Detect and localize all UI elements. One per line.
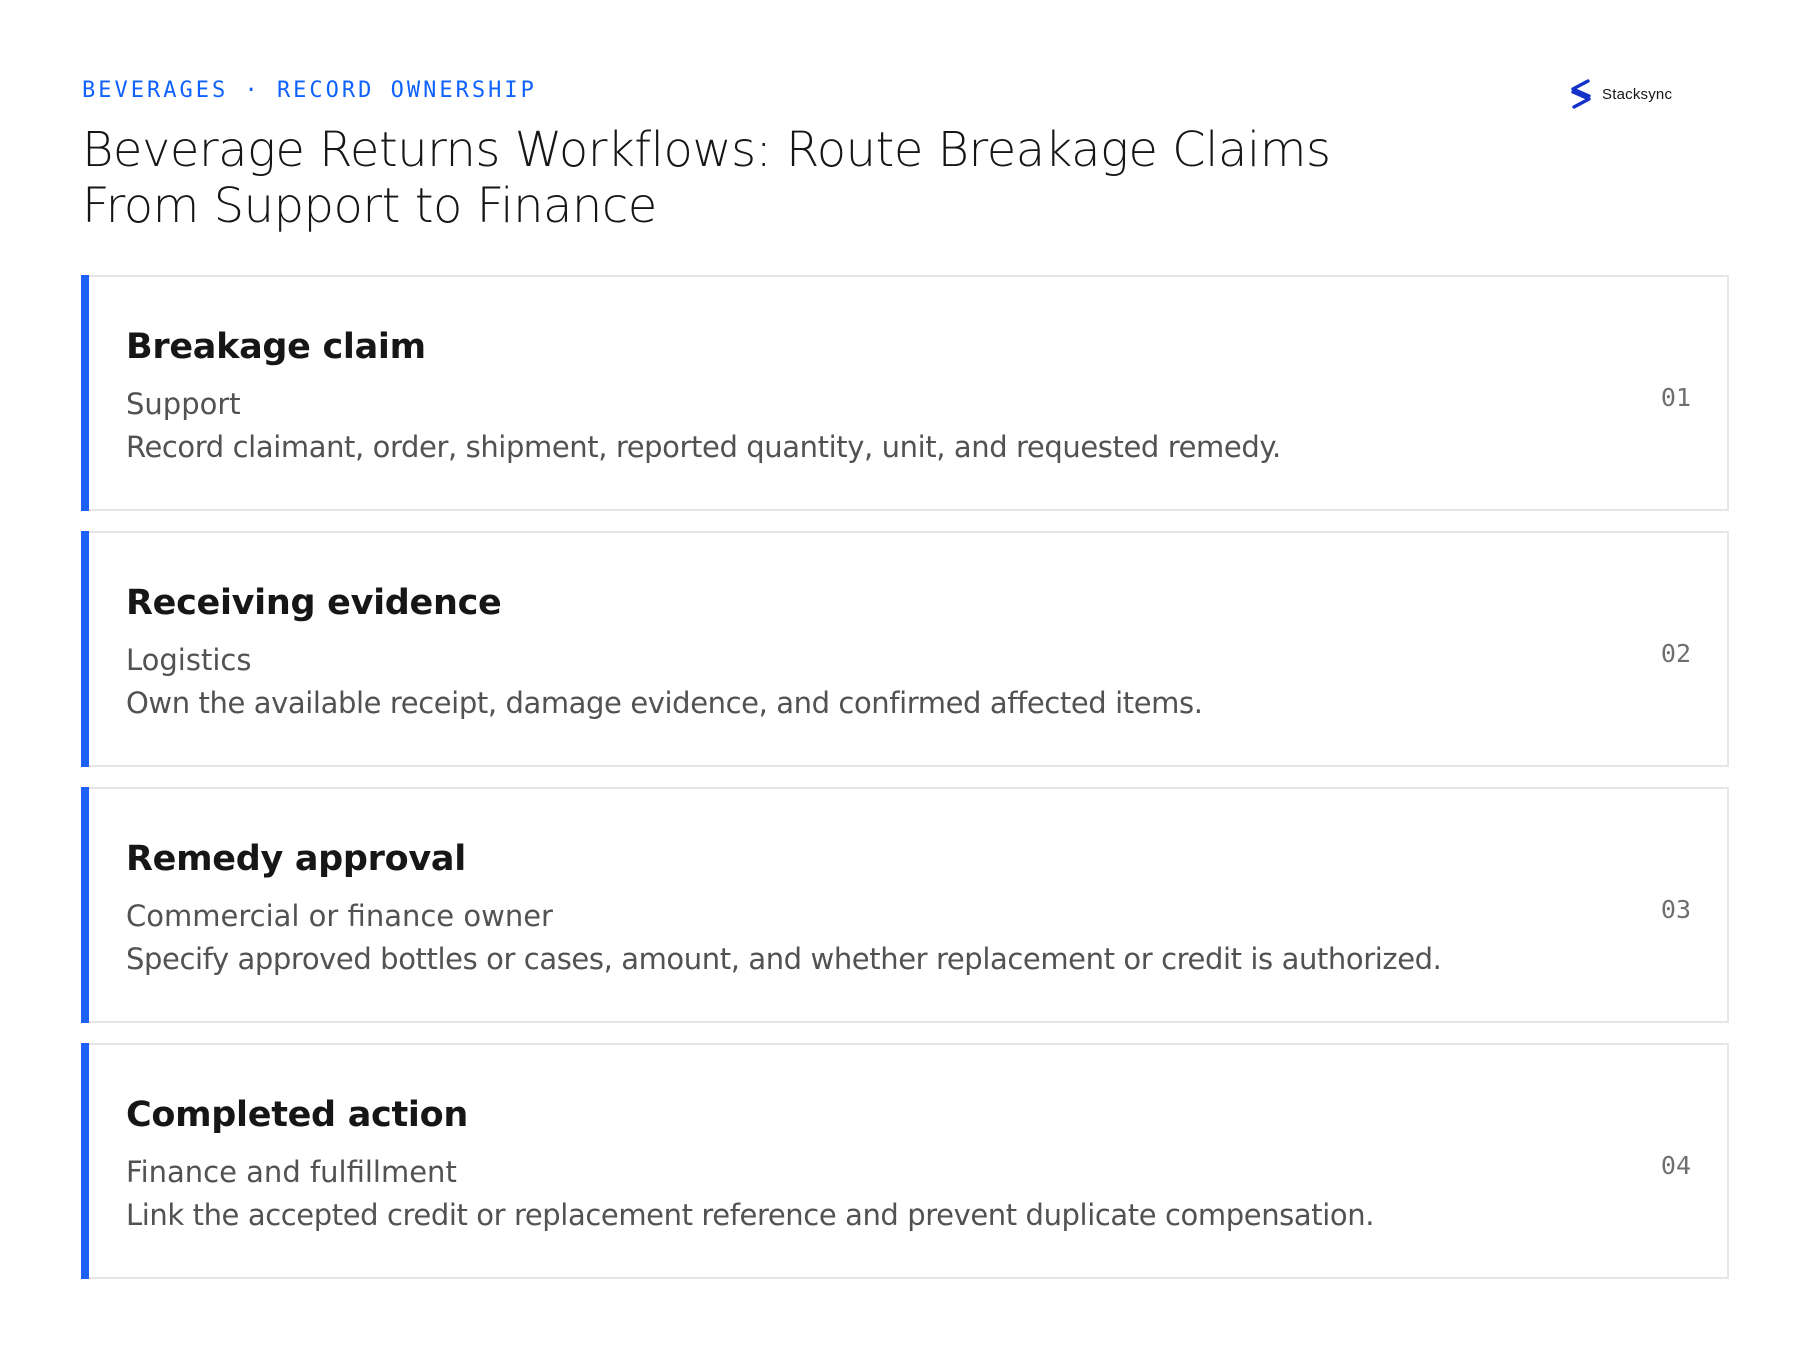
step-owner: Finance and fulfillment — [126, 1155, 457, 1189]
step-description: Record claimant, order, shipment, report… — [126, 430, 1281, 464]
step-number: 01 — [1660, 383, 1691, 412]
step-card: Receiving evidence Logistics Own the ava… — [81, 531, 1729, 767]
step-card: Breakage claim Support Record claimant, … — [81, 275, 1729, 511]
step-card: Completed action Finance and fulfillment… — [81, 1043, 1729, 1279]
step-number: 02 — [1660, 639, 1691, 668]
step-title: Remedy approval — [126, 839, 466, 879]
step-description: Specify approved bottles or cases, amoun… — [126, 942, 1442, 976]
step-owner: Support — [126, 387, 241, 421]
workflow-steps: Breakage claim Support Record claimant, … — [81, 275, 1729, 1299]
step-card: Remedy approval Commercial or finance ow… — [81, 787, 1729, 1023]
logo-text: Stacksync — [1602, 85, 1673, 103]
page-title: Beverage Returns Workflows: Route Breaka… — [82, 122, 1331, 234]
step-number: 03 — [1660, 895, 1691, 924]
step-owner: Logistics — [126, 643, 252, 677]
step-title: Completed action — [126, 1095, 468, 1135]
step-number: 04 — [1660, 1151, 1691, 1180]
eyebrow-label: BEVERAGES · RECORD OWNERSHIP — [82, 78, 537, 103]
step-description: Link the accepted credit or replacement … — [126, 1198, 1375, 1232]
brand-logo: Stacksync — [1566, 78, 1672, 110]
step-description: Own the available receipt, damage eviden… — [126, 686, 1203, 720]
step-title: Breakage claim — [126, 327, 426, 367]
step-title: Receiving evidence — [126, 583, 502, 623]
step-owner: Commercial or finance owner — [126, 899, 553, 933]
stacksync-logo-icon — [1571, 79, 1591, 109]
